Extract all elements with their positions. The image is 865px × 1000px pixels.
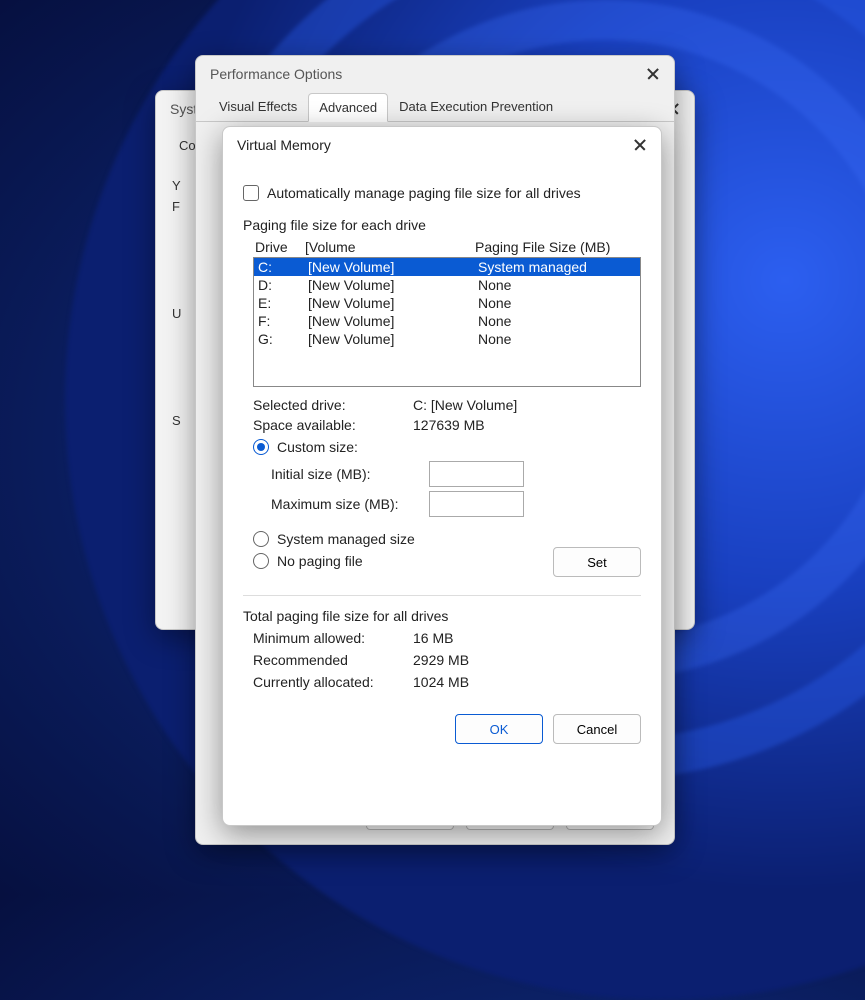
perf-title: Performance Options (210, 66, 342, 82)
drive-row[interactable]: F:[New Volume]None (254, 312, 640, 330)
drive-letter: D: (258, 277, 308, 293)
close-icon[interactable] (646, 67, 660, 81)
selected-drive-label: Selected drive: (253, 397, 413, 413)
initial-size-input[interactable] (429, 461, 524, 487)
drive-paging-size: None (478, 313, 636, 329)
drive-letter: G: (258, 331, 308, 347)
auto-manage-checkbox[interactable] (243, 185, 259, 201)
col-paging: Paging File Size (MB) (475, 239, 639, 255)
tab-advanced[interactable]: Advanced (308, 93, 388, 122)
drive-letter: F: (258, 313, 308, 329)
space-available-value: 127639 MB (413, 417, 485, 433)
radio-nopaging-label: No paging file (277, 553, 363, 569)
drive-paging-size: None (478, 277, 636, 293)
drive-volume: [New Volume] (308, 277, 478, 293)
radio-no-paging[interactable] (253, 553, 269, 569)
drive-row[interactable]: E:[New Volume]None (254, 294, 640, 312)
tab-dep[interactable]: Data Execution Prevention (388, 92, 564, 121)
drive-volume: [New Volume] (308, 331, 478, 347)
currently-allocated-value: 1024 MB (413, 674, 469, 690)
initial-size-label: Initial size (MB): (271, 466, 421, 482)
maximum-size-label: Maximum size (MB): (271, 496, 421, 512)
maximum-size-input[interactable] (429, 491, 524, 517)
min-allowed-value: 16 MB (413, 630, 453, 646)
vm-title: Virtual Memory (237, 137, 331, 153)
radio-custom-label: Custom size: (277, 439, 358, 455)
recommended-value: 2929 MB (413, 652, 469, 668)
recommended-label: Recommended (253, 652, 413, 668)
drive-letter: C: (258, 259, 308, 275)
space-available-label: Space available: (253, 417, 413, 433)
drive-volume: [New Volume] (308, 313, 478, 329)
radio-sysmanaged-label: System managed size (277, 531, 415, 547)
radio-system-managed[interactable] (253, 531, 269, 547)
drive-row[interactable]: D:[New Volume]None (254, 276, 640, 294)
tab-visual-effects[interactable]: Visual Effects (208, 92, 308, 121)
radio-custom-size[interactable] (253, 439, 269, 455)
auto-manage-label: Automatically manage paging file size fo… (267, 185, 581, 201)
drive-volume: [New Volume] (308, 259, 478, 275)
set-button[interactable]: Set (553, 547, 641, 577)
close-icon[interactable] (633, 138, 647, 152)
currently-allocated-label: Currently allocated: (253, 674, 413, 690)
drive-row[interactable]: G:[New Volume]None (254, 330, 640, 348)
col-drive: Drive (255, 239, 305, 255)
min-allowed-label: Minimum allowed: (253, 630, 413, 646)
drive-letter: E: (258, 295, 308, 311)
virtual-memory-dialog: Virtual Memory Automatically manage pagi… (222, 126, 662, 826)
totals-title: Total paging file size for all drives (243, 608, 641, 624)
col-volume: [Volume (305, 239, 475, 255)
drive-paging-size: None (478, 331, 636, 347)
drive-paging-size: None (478, 295, 636, 311)
drive-paging-size: System managed (478, 259, 636, 275)
drive-list[interactable]: C:[New Volume]System managedD:[New Volum… (253, 257, 641, 387)
group-each-drive: Paging file size for each drive (243, 217, 641, 233)
drive-volume: [New Volume] (308, 295, 478, 311)
ok-button[interactable]: OK (455, 714, 543, 744)
cancel-button[interactable]: Cancel (553, 714, 641, 744)
selected-drive-value: C: [New Volume] (413, 397, 517, 413)
drive-row[interactable]: C:[New Volume]System managed (254, 258, 640, 276)
